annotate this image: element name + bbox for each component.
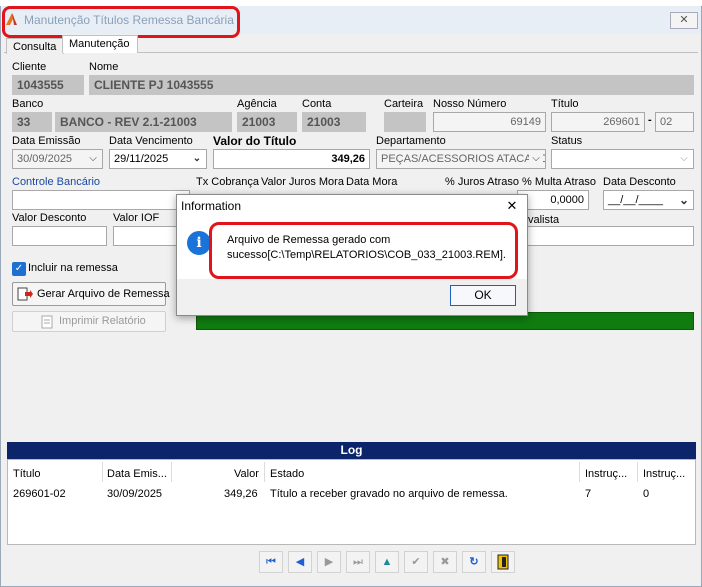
prior-icon[interactable]: ◀: [288, 551, 312, 573]
log-cell-titulo: 269601-02: [13, 488, 66, 500]
titulo-label: Título: [551, 98, 579, 110]
data-emissao-field[interactable]: 30/09/2025 ⌵: [12, 149, 103, 169]
document-icon: [41, 315, 53, 329]
departamento-label: Departamento: [376, 135, 446, 147]
data-emissao-label: Data Emissão: [12, 135, 81, 147]
data-desconto-label: Data Desconto: [603, 176, 676, 188]
data-vencimento-field[interactable]: 29/11/2025 ⌄: [109, 149, 207, 169]
log-col-estado[interactable]: Estado: [270, 468, 304, 480]
titulo-dash: -: [648, 114, 652, 126]
log-col-valor[interactable]: Valor: [234, 468, 259, 480]
log-col-instrucao-2[interactable]: Instruç...: [643, 468, 685, 480]
carteira-label: Carteira: [384, 98, 424, 110]
banco-label: Banco: [12, 98, 44, 110]
titulo-field[interactable]: 269601: [551, 112, 645, 132]
chevron-down-icon[interactable]: ⌵: [677, 151, 691, 167]
banco-code-field[interactable]: 33: [12, 112, 52, 132]
log-cell-estado: Título a receber gravado no arquivo de r…: [270, 488, 508, 500]
log-col-separator: [102, 462, 103, 482]
cliente-label: Cliente: [12, 61, 47, 73]
status-label: Status: [551, 135, 583, 147]
log-col-data-emissao[interactable]: Data Emis...: [107, 468, 167, 480]
valor-iof-field[interactable]: [113, 226, 183, 246]
navigator-bar: ⏮ ◀ ▶ ⏭ ▲ ✔ ✖ ↻: [259, 551, 519, 575]
conta-label: Conta: [302, 98, 332, 110]
agencia-field[interactable]: 21003: [237, 112, 297, 132]
chevron-down-icon[interactable]: ⌄: [677, 192, 691, 208]
data-vencimento-label: Data Vencimento: [109, 135, 193, 147]
data-mora-label: Data Mora: [346, 176, 398, 188]
valor-titulo-label: Valor do Título: [213, 134, 297, 148]
controle-bancario-label[interactable]: Controle Bancário: [12, 176, 100, 188]
nome-label: Nome: [89, 61, 119, 73]
departamento-select[interactable]: PEÇAS/ACESSORIOS ATACADO ⌵: [376, 149, 546, 169]
log-col-separator: [637, 462, 638, 482]
dialog-close-button[interactable]: ✕: [503, 197, 521, 215]
chevron-down-icon[interactable]: ⌵: [529, 151, 543, 167]
ok-button[interactable]: OK: [450, 285, 516, 306]
log-col-separator: [579, 462, 580, 482]
chevron-down-icon[interactable]: ⌄: [190, 151, 204, 167]
last-icon[interactable]: ⏭: [346, 551, 370, 573]
cancel-icon[interactable]: ✖: [433, 551, 457, 573]
departamento-value: PEÇAS/ACESSORIOS ATACADO: [381, 153, 546, 165]
log-col-separator: [264, 462, 265, 482]
multa-atraso-label: % Multa Atraso: [522, 176, 596, 188]
exit-icon[interactable]: [491, 551, 515, 573]
message-annotation: [209, 222, 518, 279]
log-cell-data: 30/09/2025: [107, 488, 163, 500]
insert-icon[interactable]: ▲: [375, 551, 399, 573]
valor-desconto-field[interactable]: [12, 226, 107, 246]
valor-desconto-label: Valor Desconto: [12, 212, 87, 224]
gerar-arquivo-label: Gerar Arquivo de Remessa: [37, 288, 170, 300]
log-cell-instrucao-2: 0: [643, 488, 650, 500]
log-header: Log: [7, 442, 696, 459]
tab-consulta[interactable]: Consulta: [6, 38, 64, 54]
titulo-parcela-field[interactable]: 02: [655, 112, 694, 132]
valor-iof-label: Valor IOF: [113, 212, 160, 224]
avalista-field[interactable]: [520, 226, 694, 246]
carteira-field[interactable]: [384, 112, 426, 132]
incluir-remessa-label: Incluir na remessa: [28, 262, 118, 274]
log-col-titulo[interactable]: Título: [13, 468, 41, 480]
banco-name-field[interactable]: BANCO - REV 2.1-21003: [55, 112, 232, 132]
imprimir-relatorio-label: Imprimir Relatório: [59, 315, 146, 327]
next-icon[interactable]: ▶: [317, 551, 341, 573]
data-desconto-field[interactable]: __/__/____ ⌄: [603, 190, 694, 210]
imprimir-relatorio-button[interactable]: Imprimir Relatório: [12, 311, 166, 332]
nosso-numero-field[interactable]: 69149: [433, 112, 546, 132]
export-file-icon: [17, 287, 33, 301]
valor-juros-mora-label: Valor Juros Mora: [261, 176, 344, 188]
info-icon: i: [187, 231, 211, 255]
refresh-icon[interactable]: ↻: [462, 551, 486, 573]
log-cell-valor: 349,26: [224, 488, 258, 500]
agencia-label: Agência: [237, 98, 277, 110]
cliente-field[interactable]: 1043555: [12, 75, 84, 95]
data-vencimento-value: 29/11/2025: [114, 153, 169, 165]
log-col-instrucao-1[interactable]: Instruç...: [585, 468, 627, 480]
chevron-down-icon[interactable]: ⌵: [86, 151, 100, 167]
gerar-arquivo-button[interactable]: Gerar Arquivo de Remessa: [12, 282, 170, 306]
status-select[interactable]: ⌵: [551, 149, 694, 169]
tab-manutencao[interactable]: Manutenção: [62, 35, 138, 53]
conta-field[interactable]: 21003: [302, 112, 366, 132]
juros-atraso-label: % Juros Atraso: [445, 176, 519, 188]
incluir-remessa-checkbox[interactable]: ✓: [12, 262, 26, 276]
first-icon[interactable]: ⏮: [259, 551, 283, 573]
log-cell-instrucao-1: 7: [585, 488, 592, 500]
nosso-numero-label: Nosso Número: [433, 98, 507, 110]
title-annotation: [2, 6, 240, 38]
nome-field[interactable]: CLIENTE PJ 1043555: [89, 75, 694, 95]
dialog-title: Information: [181, 199, 242, 213]
data-emissao-value: 30/09/2025: [17, 153, 73, 165]
data-desconto-value: __/__/____: [608, 194, 664, 206]
window-close-button[interactable]: ✕: [670, 12, 698, 29]
log-col-separator: [171, 462, 172, 482]
valor-titulo-field[interactable]: 349,26: [213, 149, 370, 169]
avalista-label: valista: [528, 214, 560, 226]
post-icon[interactable]: ✔: [404, 551, 428, 573]
controle-bancario-field[interactable]: [12, 190, 190, 210]
tx-cobranca-label: Tx Cobrança: [196, 176, 259, 188]
